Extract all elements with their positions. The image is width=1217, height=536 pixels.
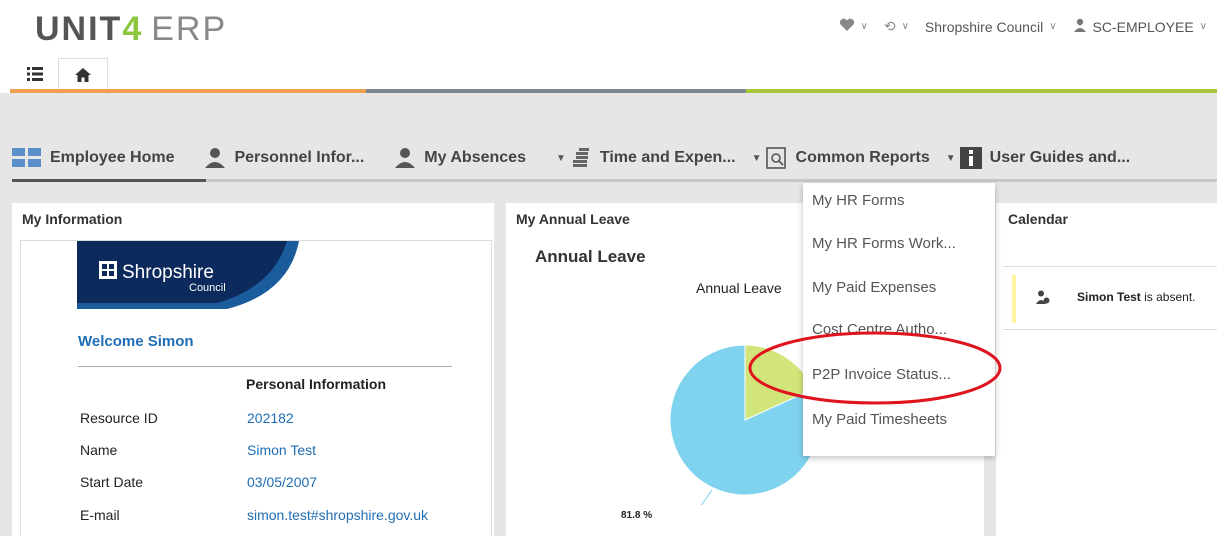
report-search-icon: [765, 147, 786, 169]
nav-time-and-expenses-label: Time and Expen...: [599, 149, 736, 166]
menu-item-my-hr-forms-work[interactable]: My HR Forms Work...: [812, 235, 956, 252]
person-icon: [205, 148, 226, 168]
pie-leader-line: [700, 489, 713, 505]
menu-list-icon[interactable]: [10, 58, 60, 90]
info-icon: [959, 147, 982, 169]
calendar-title: Calendar: [1008, 211, 1068, 227]
nav-time-and-expenses[interactable]: Time and Expen... ▼: [570, 148, 762, 168]
common-reports-dropdown: My HR Forms My HR Forms Work... My Paid …: [803, 183, 995, 456]
pie-slice-label: 81.8 %: [621, 510, 653, 521]
personal-information-heading: Personal Information: [246, 376, 387, 392]
resource-id-label: Resource ID: [80, 410, 158, 426]
dropdown-arrow-icon[interactable]: ▼: [946, 153, 956, 164]
logo-erp-text: ERP: [151, 10, 228, 48]
nav-personnel-information[interactable]: Personnel Infor...: [204, 148, 364, 168]
nav-my-absences[interactable]: My Absences ▼: [394, 148, 566, 168]
email-value[interactable]: simon.test#shropshire.gov.uk: [247, 507, 428, 523]
shropshire-council-logo: Shropshire Council: [77, 241, 299, 309]
coins-icon: [572, 148, 589, 167]
start-date-value: 03/05/2007: [247, 474, 318, 490]
favourites-chevron-icon[interactable]: ∨: [861, 21, 868, 32]
nav-personnel-information-label: Personnel Infor...: [234, 149, 365, 166]
calendar-panel: Calendar: [996, 203, 1217, 536]
nav-common-reports[interactable]: Common Reports ▼: [765, 147, 956, 169]
organisation-selector[interactable]: Shropshire Council: [925, 19, 1043, 35]
annual-leave-heading: Annual Leave: [535, 247, 646, 266]
page-menu: Employee Home Personnel Infor... My Abse…: [12, 138, 1160, 178]
divider: [78, 366, 452, 367]
start-date-label: Start Date: [80, 474, 144, 490]
person-absent-icon: [1036, 290, 1050, 304]
person-icon: [395, 148, 416, 168]
logo-text-shropshire: Shropshire: [122, 262, 214, 283]
dropdown-arrow-icon[interactable]: ▼: [752, 153, 762, 164]
calendar-entry-marker: [1012, 275, 1016, 323]
menu-item-my-paid-expenses[interactable]: My Paid Expenses: [812, 279, 936, 296]
user-icon: [1073, 18, 1087, 35]
resource-id-value: 202182: [247, 410, 294, 426]
chart-title: Annual Leave: [696, 280, 782, 296]
calendar-entry[interactable]: Simon Test is absent.: [1003, 266, 1217, 330]
calendar-entry-text: Simon Test is absent.: [1077, 290, 1196, 304]
annual-leave-title: My Annual Leave: [516, 211, 630, 227]
header-toolbar: ∨ ⟲ ∨ Shropshire Council ∨ SC-EMPLOYEE ∨: [839, 18, 1217, 35]
name-label: Name: [80, 442, 118, 458]
top-header: UNIT4 ERP ∨ ⟲ ∨ Shropshire Council ∨ SC-E…: [0, 0, 1217, 58]
menu-item-my-hr-forms[interactable]: My HR Forms: [812, 192, 905, 209]
menu-item-my-paid-timesheets[interactable]: My Paid Timesheets: [812, 411, 947, 428]
logo-four-text: 4: [122, 10, 144, 48]
highlight-ellipse: [748, 331, 1002, 405]
calendar-entry-status: is absent.: [1140, 290, 1196, 304]
nav-my-absences-label: My Absences: [424, 149, 526, 166]
grid-icon: [12, 148, 41, 167]
menu-active-indicator: [12, 179, 206, 182]
nav-employee-home[interactable]: Employee Home: [12, 148, 174, 168]
history-icon[interactable]: ⟲: [884, 18, 896, 35]
name-value: Simon Test: [247, 442, 316, 458]
app-logo: UNIT4 ERP: [35, 10, 227, 49]
organisation-chevron-icon[interactable]: ∨: [1049, 21, 1056, 32]
nav-employee-home-label: Employee Home: [50, 149, 175, 166]
home-icon: [75, 67, 91, 82]
logo-text-council: Council: [189, 282, 226, 294]
nav-user-guides-label: User Guides and...: [989, 149, 1131, 166]
history-chevron-icon[interactable]: ∨: [902, 21, 909, 32]
calendar-entry-name: Simon Test: [1077, 290, 1141, 304]
user-chevron-icon[interactable]: ∨: [1200, 21, 1207, 32]
logo-unit-text: UNIT: [35, 10, 123, 48]
favourites-icon[interactable]: [839, 18, 855, 35]
nav-user-guides[interactable]: User Guides and...: [959, 147, 1131, 169]
welcome-text: Welcome Simon: [78, 333, 194, 350]
email-label: E-mail: [80, 507, 120, 523]
dropdown-arrow-icon[interactable]: ▼: [556, 153, 566, 164]
user-menu[interactable]: SC-EMPLOYEE: [1093, 19, 1194, 35]
my-information-title: My Information: [22, 211, 123, 227]
home-tab[interactable]: [58, 58, 108, 90]
nav-common-reports-label: Common Reports: [795, 149, 930, 166]
tab-bar: [0, 58, 1217, 92]
